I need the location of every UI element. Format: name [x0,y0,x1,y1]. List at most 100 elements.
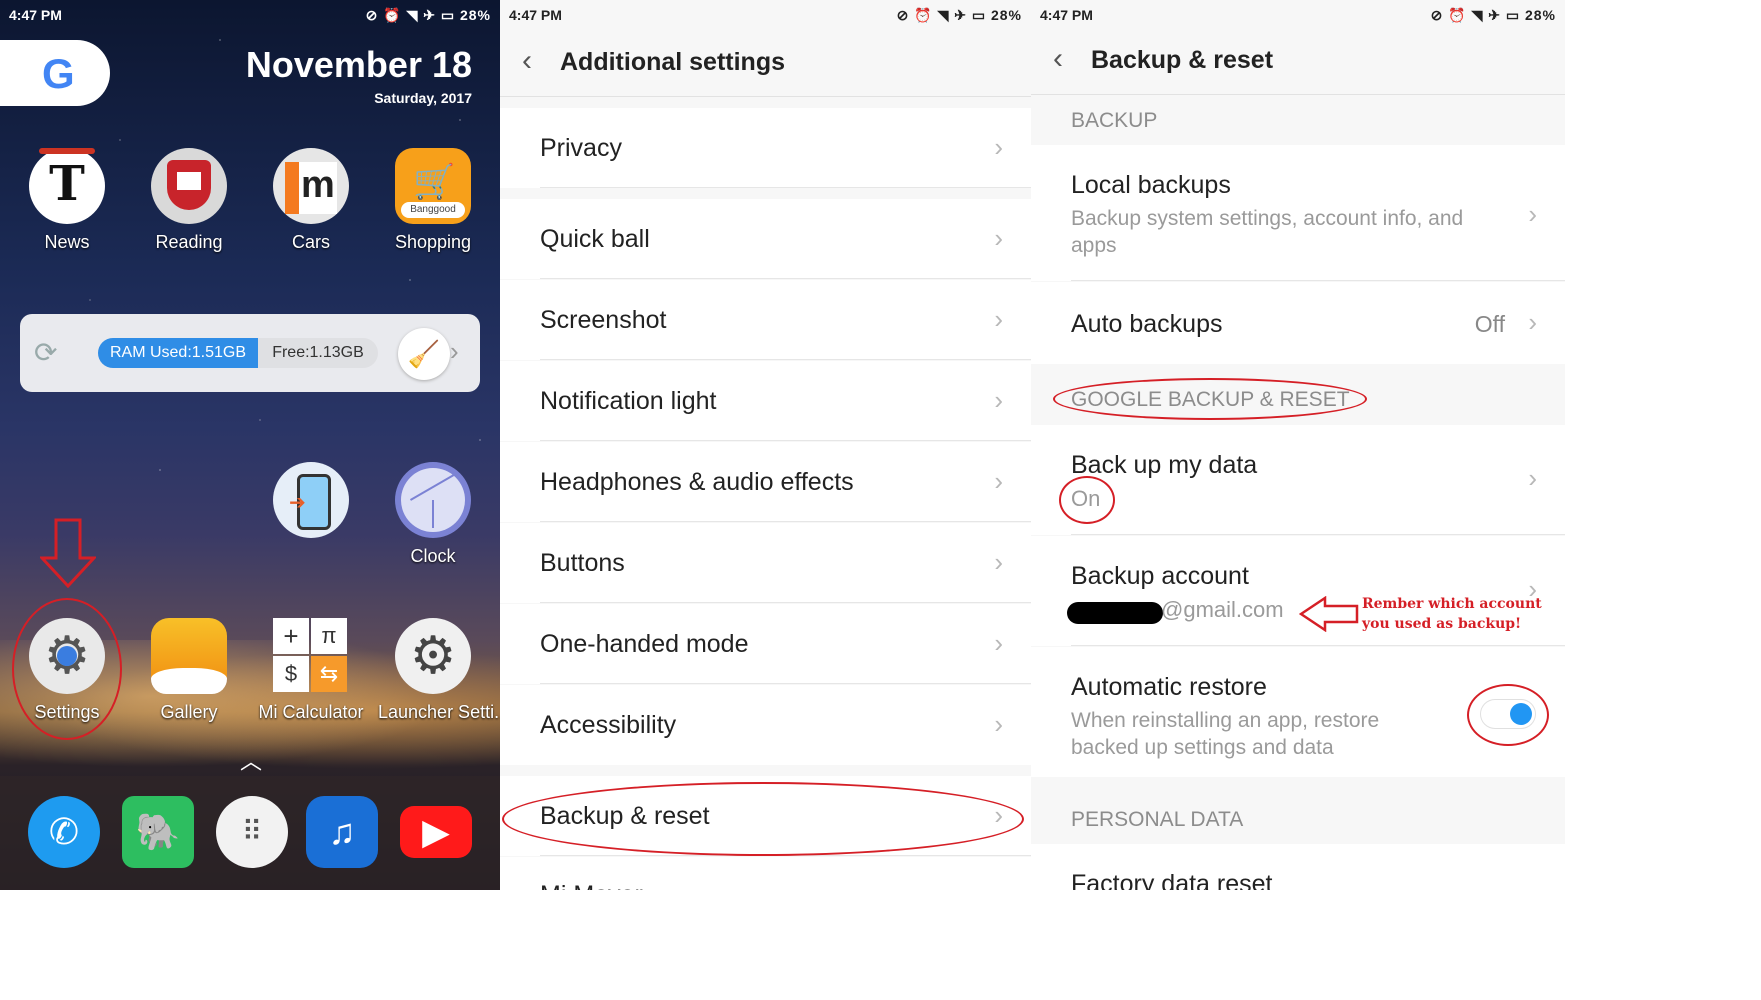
divider [540,278,1031,279]
app-reading[interactable]: Reading [134,148,244,253]
chevron-right-icon[interactable]: › [450,336,459,367]
settings-item-quick-ball[interactable]: Quick ball › [500,199,1031,279]
divider [540,440,1031,441]
chevron-right-icon: › [994,709,1003,739]
factory-data-reset-item[interactable]: Factory data reset [1031,844,1565,890]
settings-item-notification-light[interactable]: Notification light › [500,361,1031,441]
settings-item-buttons[interactable]: Buttons › [500,523,1031,603]
divider [1071,280,1565,281]
settings-item-headphones[interactable]: Headphones & audio effects › [500,442,1031,522]
news-app-icon: T [29,148,105,224]
app-label: Clock [410,546,456,566]
app-mi-calculator[interactable]: + π $ ⇆ Mi Calculator [256,618,366,723]
ram-usage-bar: RAM Used:1.51GB Free:1.13GB [98,338,378,368]
chevron-right-icon: › [994,628,1003,658]
auto-backups-item[interactable]: Auto backups Off › [1031,282,1565,364]
local-backups-item[interactable]: Local backups Backup system settings, ac… [1031,145,1565,281]
app-mi-mover[interactable]: ➔ [256,462,366,538]
app-label: Mi Calculator [258,702,364,722]
status-icons: ⊘ ⏰ ◥ ✈ ▭ 28% [896,7,1022,23]
item-label: Privacy [540,134,622,162]
settings-item-privacy[interactable]: Privacy › [500,108,1031,188]
divider [540,602,1031,603]
item-subtitle: When reinstalling an app, restore backed… [1071,709,1380,759]
chevron-right-icon: › [994,466,1003,496]
redacted-email [1067,602,1163,624]
phone-icon[interactable]: ✆ [28,796,100,868]
settings-item-accessibility[interactable]: Accessibility › [500,685,1031,765]
status-bar: 4:47 PM ⊘ ⏰ ◥ ✈ ▭ 28% [500,0,1031,30]
settings-item-mi-mover[interactable]: Mi Mover [500,857,1031,890]
back-arrow-icon[interactable]: ‹ [1053,42,1063,76]
app-gallery[interactable]: Gallery [134,618,244,723]
item-label: Buttons [540,549,625,577]
app-news[interactable]: T News [12,148,122,253]
divider [540,521,1031,522]
annotation-circle-on [1059,476,1115,524]
item-label: One-handed mode [540,630,749,658]
chevron-right-icon: › [994,385,1003,415]
auto-backups-value: Off [1474,311,1505,337]
date-widget: November 18 [245,44,472,85]
divider [540,187,1031,188]
refresh-icon[interactable]: ⟳ [34,336,57,369]
settings-item-one-handed-mode[interactable]: One-handed mode › [500,604,1031,684]
item-label: Screenshot [540,306,667,334]
divider [540,683,1031,684]
item-label: Mi Mover [540,881,643,890]
reading-app-icon [151,148,227,224]
item-label: Quick ball [540,225,650,253]
item-value: @gmail.com [1161,597,1284,622]
section-header-backup: BACKUP [1071,109,1158,132]
music-icon[interactable]: ♫ [306,796,378,868]
battery-level: 28% [990,7,1022,23]
page-title: Additional settings [560,48,785,76]
app-cars[interactable]: m Cars [256,148,366,253]
chevron-right-icon: › [994,547,1003,577]
additional-settings-screen: 4:47 PM ⊘ ⏰ ◥ ✈ ▭ 28% ‹ Additional setti… [500,0,1031,890]
chevron-right-icon: › [1528,307,1537,337]
app-drawer-chevron-up-icon[interactable]: ︿ [240,744,262,776]
app-label: Shopping [394,232,472,252]
clean-broom-button[interactable]: 🧹 [398,328,450,380]
item-subtitle: Backup system settings, account info, an… [1071,207,1464,257]
youtube-icon[interactable]: ▶ [400,806,472,858]
shopping-app-icon: 🛒 Banggood [395,148,471,224]
back-up-my-data-item[interactable]: Back up my data On › [1031,425,1565,535]
item-label: Notification light [540,387,717,415]
google-g-icon: G [42,50,75,97]
item-label: Accessibility [540,711,677,739]
ram-free-label: Free:1.13GB [272,344,364,361]
google-search-widget[interactable]: G [0,40,110,106]
day-label: Saturday, 2017 [374,90,472,106]
annotation-circle-toggle [1467,684,1549,746]
status-bar: 4:47 PM ⊘ ⏰ ◥ ✈ ▭ 28% [1031,0,1565,30]
annotation-circle-settings [12,598,122,740]
home-screen: 4:47 PM ⊘ ⏰ ◥ ✈ ▭ 28% G November 18 Satu… [0,0,500,890]
item-title: Factory data reset [1071,870,1273,890]
app-label: Gallery [160,702,218,722]
launcher-gear-icon: ⚙ [395,618,471,694]
page-title: Backup & reset [1091,46,1274,74]
status-time: 4:47 PM [9,7,62,23]
evernote-icon[interactable]: 🐘 [122,796,194,868]
status-icons: ⊘ ⏰ ◥ ✈ ▭ 28% [1430,7,1556,23]
app-drawer-icon[interactable]: ⠿ [216,796,288,868]
settings-item-screenshot[interactable]: Screenshot › [500,280,1031,360]
section-header-personal-data: PERSONAL DATA [1071,808,1244,831]
app-clock[interactable]: Clock [378,462,488,567]
chevron-right-icon: › [994,304,1003,334]
app-shopping[interactable]: 🛒 Banggood Shopping [378,148,488,253]
memory-cleaner-widget[interactable]: ⟳ RAM Used:1.51GB Free:1.13GB 🧹 › [20,314,480,392]
clock-icon [395,462,471,538]
header: ‹ Additional settings [500,30,1031,97]
app-label: News [44,232,90,252]
divider [1071,534,1565,535]
back-arrow-icon[interactable]: ‹ [522,44,532,78]
annotation-arrow-left-icon [1299,596,1359,632]
divider [540,359,1031,360]
battery-level: 28% [1524,7,1556,23]
app-launcher-settings[interactable]: ⚙ Launcher Setti... [378,618,500,723]
app-label: Launcher Setti... [378,702,500,722]
battery-level: 28% [459,7,491,23]
